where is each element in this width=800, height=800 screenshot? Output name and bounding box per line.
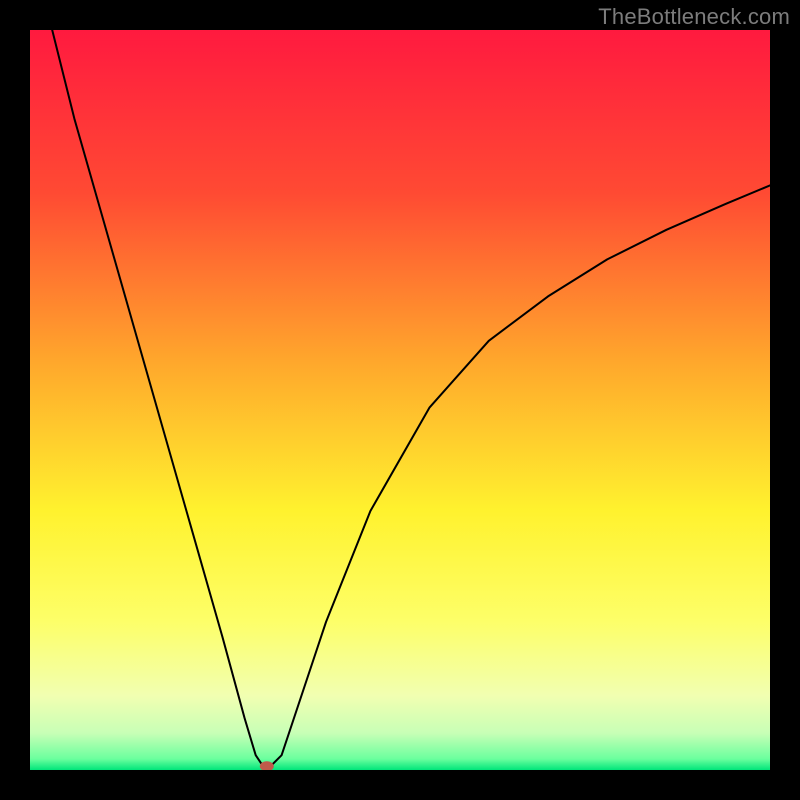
min-marker xyxy=(260,761,274,770)
plot-area xyxy=(30,30,770,770)
chart-frame: TheBottleneck.com xyxy=(0,0,800,800)
watermark-text: TheBottleneck.com xyxy=(598,4,790,30)
curve-layer xyxy=(30,30,770,770)
bottleneck-curve xyxy=(52,30,770,766)
